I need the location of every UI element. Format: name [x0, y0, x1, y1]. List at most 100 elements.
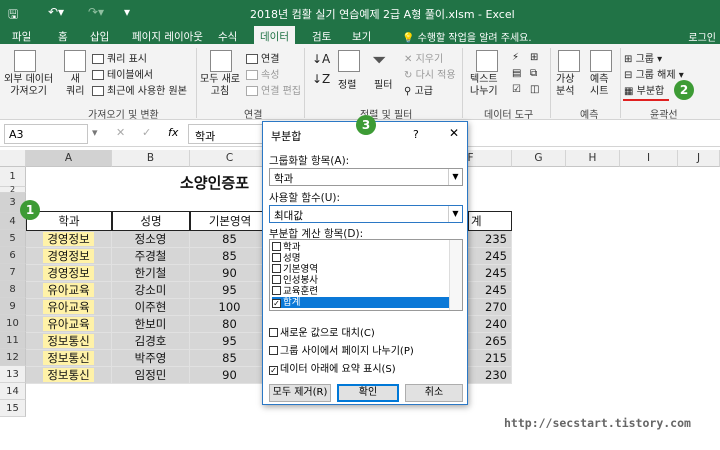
checkbox-checked[interactable]: ✓: [272, 299, 281, 308]
tab-home[interactable]: 홈: [52, 28, 74, 45]
table-header-cell[interactable]: 기본영역: [190, 211, 270, 231]
tab-review[interactable]: 검토: [306, 28, 337, 45]
table-cell[interactable]: 235: [468, 231, 512, 248]
new-query-button[interactable]: 새 쿼리: [66, 74, 84, 98]
from-table-button[interactable]: 테이블에서: [92, 66, 153, 81]
table-cell[interactable]: 정보통신: [26, 333, 112, 350]
table-cell[interactable]: 정소영: [112, 231, 190, 248]
table-cell[interactable]: 100: [190, 299, 270, 316]
table-cell[interactable]: 90: [190, 367, 270, 384]
row-header[interactable]: 6: [0, 247, 26, 264]
namebox-dropdown-icon[interactable]: ▾: [92, 126, 98, 139]
connections-button[interactable]: 연결: [246, 50, 279, 65]
table-cell[interactable]: 90: [190, 265, 270, 282]
enter-icon[interactable]: ✓: [142, 126, 151, 139]
table-cell[interactable]: 한기철: [112, 265, 190, 282]
ok-button[interactable]: 확인: [337, 384, 399, 402]
name-box[interactable]: A3: [4, 124, 88, 144]
checkbox[interactable]: [272, 253, 281, 262]
chevron-down-icon[interactable]: ▼: [448, 169, 462, 185]
list-item[interactable]: 성명: [272, 253, 450, 264]
flash-fill-icon[interactable]: ⚡: [512, 52, 519, 63]
formula-input[interactable]: 학과: [188, 124, 264, 144]
edit-links-button[interactable]: 연결 편집: [246, 82, 301, 97]
row-header[interactable]: 9: [0, 298, 26, 315]
page-break-option[interactable]: 그룹 사이에서 페이지 나누기(P): [269, 342, 414, 357]
row-header[interactable]: 15: [0, 400, 26, 417]
table-cell[interactable]: 270: [468, 299, 512, 316]
table-cell[interactable]: 한보미: [112, 316, 190, 333]
column-header[interactable]: C: [190, 150, 270, 167]
relationships-icon[interactable]: ⧉: [530, 68, 537, 79]
table-cell[interactable]: 245: [468, 282, 512, 299]
table-cell[interactable]: 경영정보: [26, 231, 112, 248]
cancel-icon[interactable]: ✕: [116, 126, 125, 139]
tell-me-box[interactable]: 💡 수행할 작업을 알려 주세요.: [402, 29, 532, 44]
subtotal-fields-list[interactable]: 학과 성명 기본영역 인성봉사 교육훈련 ✓ 합계: [269, 239, 463, 311]
table-cell[interactable]: 주경철: [112, 248, 190, 265]
data-model-icon[interactable]: ◫: [530, 84, 539, 95]
properties-button[interactable]: 속성: [246, 66, 279, 81]
table-cell[interactable]: 95: [190, 282, 270, 299]
refresh-all-button[interactable]: 모두 새로 고침: [200, 74, 240, 98]
text-to-columns-button[interactable]: 텍스트 나누기: [470, 74, 498, 98]
list-item[interactable]: 교육훈련: [272, 286, 450, 297]
table-header-cell[interactable]: 계: [468, 211, 512, 231]
table-cell[interactable]: 230: [468, 367, 512, 384]
login-link[interactable]: 로그인: [688, 29, 716, 44]
checkbox[interactable]: [272, 242, 281, 251]
row-header[interactable]: 11: [0, 332, 26, 349]
reapply-button[interactable]: ↻ 다시 적용: [404, 66, 456, 81]
checkbox[interactable]: [272, 286, 281, 295]
table-cell[interactable]: 경영정보: [26, 248, 112, 265]
table-cell[interactable]: 80: [190, 316, 270, 333]
select-all-corner[interactable]: [0, 150, 26, 167]
table-cell[interactable]: 김경호: [112, 333, 190, 350]
sort-za-icon[interactable]: ↓Z: [312, 72, 330, 86]
insert-function-icon[interactable]: fx: [168, 126, 178, 139]
tab-data[interactable]: 데이터: [254, 26, 295, 44]
table-cell[interactable]: 85: [190, 350, 270, 367]
row-header[interactable]: 5: [0, 230, 26, 247]
column-header[interactable]: A: [26, 150, 112, 167]
help-button[interactable]: ?: [413, 128, 419, 141]
table-cell[interactable]: 245: [468, 265, 512, 282]
checkbox[interactable]: [272, 275, 281, 284]
table-cell[interactable]: 경영정보: [26, 265, 112, 282]
cancel-button[interactable]: 취소: [405, 384, 463, 402]
undo-icon[interactable]: ↶▾: [48, 5, 64, 19]
what-if-button[interactable]: 가상 분석: [556, 74, 574, 98]
show-query-button[interactable]: 쿼리 표시: [92, 50, 147, 65]
sort-button[interactable]: 정렬: [338, 76, 356, 91]
column-header[interactable]: I: [620, 150, 678, 167]
column-header[interactable]: J: [678, 150, 720, 167]
recent-sources-button[interactable]: 최근에 사용한 원본: [92, 82, 187, 97]
consolidate-icon[interactable]: ⊞: [530, 52, 538, 63]
table-cell[interactable]: 유아교육: [26, 316, 112, 333]
table-header-cell[interactable]: 성명: [112, 211, 190, 231]
row-header[interactable]: 12: [0, 349, 26, 366]
list-item[interactable]: 학과: [272, 242, 450, 253]
function-select[interactable]: 최대값 ▼: [269, 205, 463, 223]
table-cell[interactable]: 85: [190, 231, 270, 248]
column-header[interactable]: B: [112, 150, 190, 167]
table-cell[interactable]: 박주영: [112, 350, 190, 367]
checkbox[interactable]: [269, 346, 278, 355]
row-header[interactable]: 7: [0, 264, 26, 281]
tab-file[interactable]: 파일: [6, 28, 37, 45]
clear-button[interactable]: ✕ 지우기: [404, 50, 443, 65]
column-header[interactable]: G: [512, 150, 566, 167]
data-validation-icon[interactable]: ☑: [512, 84, 521, 95]
sort-az-icon[interactable]: ↓A: [312, 52, 330, 66]
group-button[interactable]: ⊞ 그룹 ▾: [624, 50, 662, 65]
table-cell[interactable]: 240: [468, 316, 512, 333]
checkbox[interactable]: [272, 264, 281, 273]
row-header[interactable]: 14: [0, 383, 26, 400]
save-icon[interactable]: 🖫: [8, 5, 18, 26]
advanced-button[interactable]: ⚲ 고급: [404, 82, 433, 97]
table-cell[interactable]: 강소미: [112, 282, 190, 299]
row-header[interactable]: 8: [0, 281, 26, 298]
list-item[interactable]: ✓ 합계: [272, 297, 450, 308]
customize-qat-icon[interactable]: ▾: [124, 5, 130, 19]
close-button[interactable]: ✕: [449, 126, 459, 140]
